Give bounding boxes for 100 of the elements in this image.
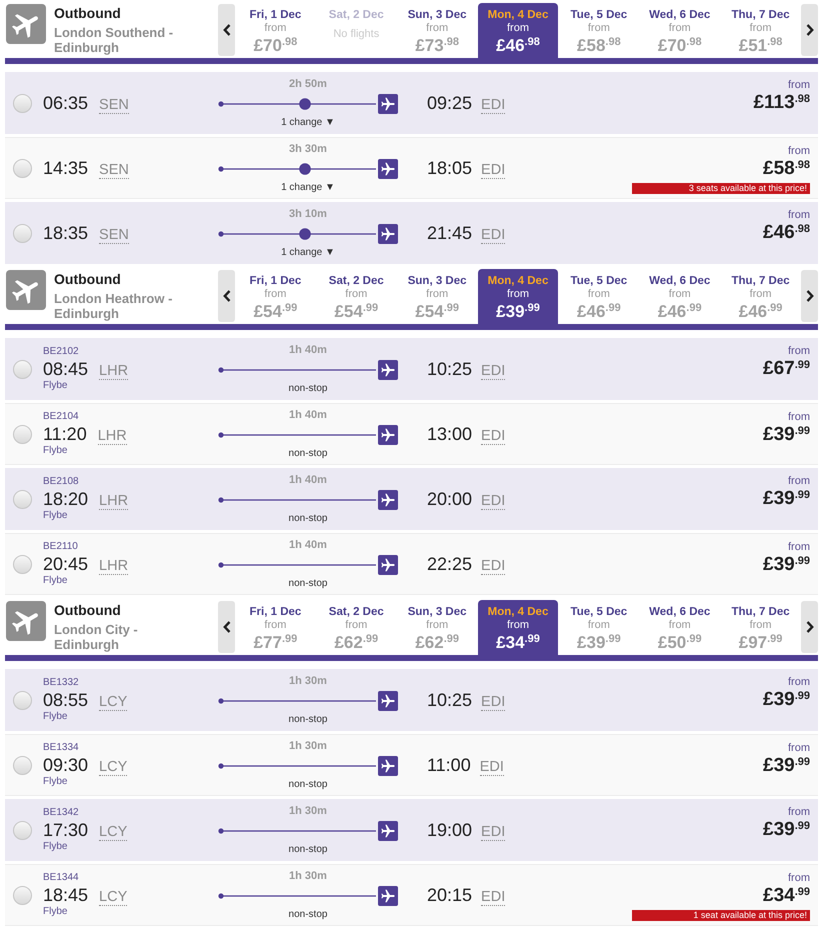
radio-button[interactable] xyxy=(13,424,32,444)
route-name: London City - Edinburgh xyxy=(54,622,139,652)
stops-label[interactable]: 1 change ▼ xyxy=(281,116,335,128)
date-tab[interactable]: Sat, 2 Dec from £54$^{.99}$ xyxy=(316,269,397,324)
stops-label: non-stop xyxy=(288,714,328,726)
flight-row[interactable]: 18:35 SEN 3h 10m 1 change ▼ 21:45 EDI from £46$^{.98}$ xyxy=(5,202,818,264)
airplane-icon xyxy=(378,158,398,178)
flight-duration: 1h 30m xyxy=(289,804,327,818)
flight-price: £39$^{.99}$ xyxy=(763,424,810,446)
date-tab[interactable]: Fri, 1 Dec from £77$^{.99}$ xyxy=(235,600,316,655)
date-tab[interactable]: Wed, 6 Dec from £70$^{.98}$ xyxy=(639,3,720,58)
date-tab[interactable]: Sun, 3 Dec from £54$^{.99}$ xyxy=(396,269,478,324)
date-tab[interactable]: Tue, 5 Dec from £58$^{.98}$ xyxy=(558,3,640,58)
departure-time: 20:45 xyxy=(43,553,88,575)
direction-title: Outbound xyxy=(54,271,122,287)
availability-badge: 3 seats available at this price! xyxy=(632,183,810,194)
date-tab[interactable]: Thu, 7 Dec from £97$^{.99}$ xyxy=(720,600,802,655)
date-tab[interactable]: Sat, 2 Dec from £62$^{.99}$ xyxy=(316,600,397,655)
previous-dates-button[interactable] xyxy=(218,4,235,56)
date-tab[interactable]: Thu, 7 Dec from £46$^{.99}$ xyxy=(720,269,802,324)
date-tab[interactable]: Tue, 5 Dec from £46$^{.99}$ xyxy=(558,269,640,324)
flight-duration: 2h 50m xyxy=(289,78,327,90)
date-tab[interactable]: Thu, 7 Dec from £51$^{.98}$ xyxy=(720,3,802,58)
date-tab[interactable]: Mon, 4 Dec from £34$^{.99}$ xyxy=(478,600,558,655)
airplane-icon xyxy=(378,554,398,574)
radio-button[interactable] xyxy=(13,820,32,840)
flight-row[interactable]: BE2110 20:45 LHR Flybe 1h 40m non-stop 22:25 EDI from £39$^{.99}$ xyxy=(5,533,818,595)
airport-code: EDI xyxy=(481,825,506,841)
flight-duration: 3h 30m xyxy=(289,142,327,156)
price-prefix: from xyxy=(788,742,810,755)
airport-code: EDI xyxy=(481,494,506,510)
flight-price: £46$^{.98}$ xyxy=(763,222,810,244)
radio-button[interactable] xyxy=(13,94,32,112)
flight-number: BE1334 xyxy=(43,742,79,754)
date-tab[interactable]: Wed, 6 Dec from £50$^{.99}$ xyxy=(639,600,720,655)
arrival-time: 19:00 xyxy=(427,819,472,841)
date-tab[interactable]: Tue, 5 Dec from £39$^{.99}$ xyxy=(558,600,640,655)
price-prefix: from xyxy=(788,79,810,92)
radio-button[interactable] xyxy=(13,158,32,178)
flight-number: BE2104 xyxy=(43,411,79,423)
flight-row[interactable]: BE1332 08:55 LCY Flybe 1h 30m non-stop 10:25 EDI from £39$^{.99}$ xyxy=(5,669,818,731)
departure-time: 14:35 xyxy=(43,157,88,179)
next-dates-button[interactable] xyxy=(801,601,818,653)
arrival-time: 13:00 xyxy=(427,423,472,445)
airport-code: LHR xyxy=(98,429,127,445)
stops-label[interactable]: 1 change ▼ xyxy=(281,182,335,194)
stops-label[interactable]: 1 change ▼ xyxy=(281,246,335,258)
chevron-right-icon xyxy=(806,24,814,36)
radio-button[interactable] xyxy=(13,554,32,574)
flight-price: £39$^{.99}$ xyxy=(763,554,810,576)
date-tab[interactable]: Wed, 6 Dec from £46$^{.99}$ xyxy=(639,269,720,324)
flight-duration: 1h 40m xyxy=(289,538,327,552)
date-tab[interactable]: Fri, 1 Dec from £54$^{.99}$ xyxy=(235,269,316,324)
radio-button[interactable] xyxy=(13,224,32,242)
direction-title: Outbound xyxy=(54,602,122,618)
radio-button[interactable] xyxy=(13,886,32,904)
arrival-time: 11:00 xyxy=(427,754,471,776)
flight-row[interactable]: BE2102 08:45 LHR Flybe 1h 40m non-stop 10:25 EDI from £67$^{.99}$ xyxy=(5,338,818,400)
date-tab[interactable]: Fri, 1 Dec from £70$^{.98}$ xyxy=(235,3,316,58)
next-dates-button[interactable] xyxy=(801,4,818,56)
flight-row[interactable]: 06:35 SEN 2h 50m 1 change ▼ 09:25 EDI from £113$^{.98}$ xyxy=(5,72,818,134)
flight-price: £39$^{.99}$ xyxy=(763,488,810,510)
price-prefix: from xyxy=(788,872,810,885)
airline-name: Flybe xyxy=(43,711,68,723)
radio-button[interactable] xyxy=(13,690,32,710)
previous-dates-button[interactable] xyxy=(218,270,235,322)
date-tab[interactable]: Sun, 3 Dec from £73$^{.98}$ xyxy=(396,3,478,58)
route-name: London Heathrow - Edinburgh xyxy=(54,291,174,321)
departure-time: 11:20 xyxy=(43,423,87,445)
flight-row[interactable]: BE1344 18:45 LCY Flybe 1h 30m non-stop 20:15 EDI from £34$^{.99}$ 1 seat available at this price! xyxy=(5,864,818,926)
flight-number: BE1342 xyxy=(43,807,79,819)
airplane-icon xyxy=(378,490,398,510)
flight-price: £39$^{.99}$ xyxy=(763,689,810,711)
direction-title: Outbound xyxy=(54,5,122,21)
airline-name: Flybe xyxy=(43,776,68,788)
flight-row[interactable]: BE2108 18:20 LHR Flybe 1h 40m non-stop 20:00 EDI from £39$^{.99}$ xyxy=(5,468,818,530)
flight-row[interactable]: BE1334 09:30 LCY Flybe 1h 30m non-stop 11:00 EDI from £39$^{.99}$ xyxy=(5,734,818,796)
arrival-time: 22:25 xyxy=(427,553,472,575)
flight-row[interactable]: BE1342 17:30 LCY Flybe 1h 30m non-stop 19:00 EDI from £39$^{.99}$ xyxy=(5,799,818,861)
chevron-left-icon xyxy=(222,621,230,633)
radio-button[interactable] xyxy=(13,490,32,508)
departure-time: 08:55 xyxy=(43,689,88,711)
airplane-icon xyxy=(378,424,398,444)
flight-duration: 1h 30m xyxy=(289,870,327,882)
flight-row[interactable]: 14:35 SEN 3h 30m 1 change ▼ 18:05 EDI from £58$^{.98}$ 3 seats available at this price! xyxy=(5,137,818,199)
airline-name: Flybe xyxy=(43,380,68,392)
radio-button[interactable] xyxy=(13,756,32,774)
departure-time: 08:45 xyxy=(43,358,88,380)
next-dates-button[interactable] xyxy=(801,270,818,322)
stops-label: non-stop xyxy=(288,844,328,856)
airline-name: Flybe xyxy=(43,510,68,522)
flight-row[interactable]: BE2104 11:20 LHR Flybe 1h 40m non-stop 13:00 EDI from £39$^{.99}$ xyxy=(5,403,818,465)
previous-dates-button[interactable] xyxy=(218,601,235,653)
radio-button[interactable] xyxy=(13,360,32,378)
airline-name: Flybe xyxy=(43,575,68,587)
date-tab[interactable]: Mon, 4 Dec from £46$^{.98}$ xyxy=(478,3,558,58)
airline-name: Flybe xyxy=(43,906,68,918)
flight-duration: 1h 30m xyxy=(289,740,327,752)
date-tab[interactable]: Mon, 4 Dec from £39$^{.99}$ xyxy=(478,269,558,324)
date-tab[interactable]: Sun, 3 Dec from £62$^{.99}$ xyxy=(396,600,478,655)
